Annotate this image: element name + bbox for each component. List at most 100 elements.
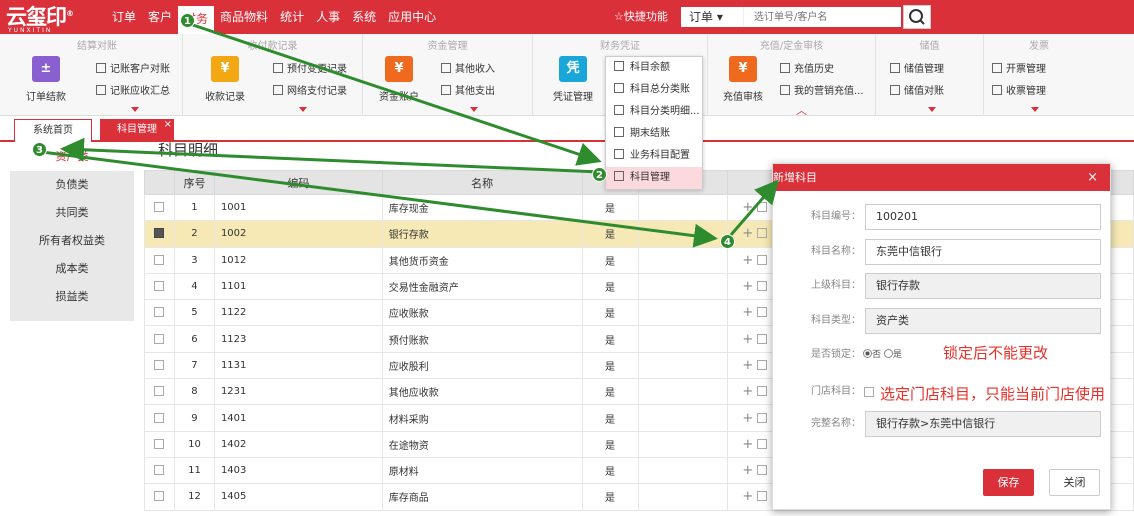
online-payment-item[interactable]: 网络支付记录 bbox=[273, 84, 347, 100]
nav-hr[interactable]: 人事 bbox=[310, 0, 346, 34]
row-checkbox[interactable] bbox=[154, 359, 165, 370]
edit-icon[interactable] bbox=[757, 412, 768, 423]
subject-name-input[interactable]: 东莞中信银行 bbox=[865, 239, 1101, 265]
cancel-button[interactable]: 关闭 bbox=[1049, 469, 1100, 496]
edit-icon[interactable] bbox=[757, 281, 768, 292]
recharge-audit-button[interactable]: ¥ 充值审核 bbox=[717, 56, 769, 103]
nav-order[interactable]: 订单 bbox=[106, 0, 142, 34]
nav-customer[interactable]: 客户 bbox=[142, 0, 178, 34]
add-child-icon[interactable]: + bbox=[742, 279, 753, 294]
caret-down-icon[interactable] bbox=[1031, 107, 1039, 112]
order-payment-button[interactable]: ± 订单结款 bbox=[20, 56, 72, 103]
recharge-history-item[interactable]: 充值历史 bbox=[780, 62, 834, 78]
step-badge-3: 3 bbox=[32, 142, 47, 157]
quick-functions[interactable]: ☆快捷功能 bbox=[614, 0, 668, 34]
stored-value-management-item[interactable]: 储值管理 bbox=[890, 62, 944, 78]
edit-icon[interactable] bbox=[757, 491, 768, 502]
search-input[interactable] bbox=[743, 7, 901, 27]
other-expense-item[interactable]: 其他支出 bbox=[441, 84, 495, 100]
customer-reconcile-item[interactable]: 记账客户对账 bbox=[96, 62, 170, 78]
add-child-icon[interactable]: + bbox=[742, 384, 753, 399]
add-child-icon[interactable]: + bbox=[742, 437, 753, 452]
row-checkbox[interactable] bbox=[154, 202, 165, 213]
add-child-icon[interactable]: + bbox=[742, 358, 753, 373]
edit-icon[interactable] bbox=[757, 333, 768, 344]
other-income-item[interactable]: 其他收入 bbox=[441, 62, 495, 78]
edit-icon[interactable] bbox=[757, 228, 768, 239]
menu-item-general-ledger[interactable]: 科目总分类账 bbox=[606, 79, 702, 101]
add-child-icon[interactable]: + bbox=[742, 332, 753, 347]
row-checkbox[interactable] bbox=[154, 228, 165, 239]
row-checkbox[interactable] bbox=[154, 307, 165, 318]
row-name: 应收账款 bbox=[381, 299, 583, 327]
fund-account-button[interactable]: ¥ 资金账户 bbox=[373, 56, 425, 103]
menu-item-subject-management[interactable]: 科目管理 bbox=[606, 167, 702, 189]
group-funds: 资金管理 ¥ 资金账户 其他收入 其他支出 bbox=[363, 34, 533, 116]
row-blank bbox=[637, 272, 729, 301]
caret-down-icon[interactable] bbox=[299, 107, 307, 112]
add-child-icon[interactable]: + bbox=[742, 200, 753, 215]
row-lock: 是 bbox=[581, 193, 639, 222]
add-child-icon[interactable]: + bbox=[742, 226, 753, 241]
menu-item-business-subject-config[interactable]: 业务科目配置 bbox=[606, 145, 702, 167]
receipt-records-button[interactable]: ¥ 收款记录 bbox=[199, 56, 251, 103]
lock-yes-radio[interactable] bbox=[883, 349, 893, 358]
lock-no-radio[interactable] bbox=[863, 349, 872, 358]
receivable-summary-item[interactable]: 记账应收汇总 bbox=[96, 84, 170, 100]
sidebar-item-common[interactable]: 共同类 bbox=[10, 199, 134, 227]
voucher-management-button[interactable]: 凭 凭证管理 bbox=[547, 56, 599, 103]
sidebar-item-assets[interactable]: 资产类 bbox=[10, 143, 134, 171]
edit-icon[interactable] bbox=[757, 386, 768, 397]
menu-item-subject-detail[interactable]: 科目分类明细... bbox=[606, 101, 702, 123]
sidebar-item-liabilities[interactable]: 负债类 bbox=[10, 171, 134, 199]
sidebar-item-cost[interactable]: 成本类 bbox=[10, 255, 134, 283]
ribbon-toolbar: 结算对账 ± 订单结款 记账客户对账 记账应收汇总 收付款记录 ¥ 收款记录 预… bbox=[0, 34, 1134, 117]
caret-down-icon[interactable] bbox=[928, 107, 936, 112]
row-lock: 是 bbox=[581, 351, 639, 380]
caret-down-icon[interactable] bbox=[131, 107, 139, 112]
row-checkbox[interactable] bbox=[154, 465, 165, 476]
row-checkbox[interactable] bbox=[154, 491, 165, 502]
store-subject-checkbox[interactable] bbox=[864, 387, 874, 397]
invoice-receive-item[interactable]: 收票管理 bbox=[992, 84, 1046, 100]
edit-icon[interactable] bbox=[757, 359, 768, 370]
sidebar-item-equity[interactable]: 所有者权益类 bbox=[10, 227, 134, 255]
row-checkbox[interactable] bbox=[154, 438, 165, 449]
tab-home[interactable]: 系统首页 bbox=[14, 119, 92, 142]
close-icon[interactable]: × bbox=[164, 114, 172, 136]
add-child-icon[interactable]: + bbox=[742, 489, 753, 504]
save-button[interactable]: 保存 bbox=[983, 469, 1034, 496]
menu-item-period-close[interactable]: 期末结账 bbox=[606, 123, 702, 145]
close-icon[interactable]: × bbox=[1087, 164, 1098, 191]
row-checkbox[interactable] bbox=[154, 281, 165, 292]
edit-icon[interactable] bbox=[757, 438, 768, 449]
prepay-change-item[interactable]: 预付变更记录 bbox=[273, 62, 347, 78]
marketing-recharge-item[interactable]: 我的营销充值... bbox=[780, 84, 864, 100]
menu-item-subject-balance[interactable]: 科目余额 bbox=[606, 57, 702, 79]
edit-icon[interactable] bbox=[757, 202, 768, 213]
app-logo[interactable]: 云玺印® YUNXITIN bbox=[6, 3, 90, 34]
nav-stats[interactable]: 统计 bbox=[274, 0, 310, 34]
add-child-icon[interactable]: + bbox=[742, 463, 753, 478]
row-checkbox[interactable] bbox=[154, 333, 165, 344]
edit-icon[interactable] bbox=[757, 465, 768, 476]
row-checkbox[interactable] bbox=[154, 254, 165, 265]
nav-system[interactable]: 系统 bbox=[346, 0, 382, 34]
add-child-icon[interactable]: + bbox=[742, 411, 753, 426]
stored-value-reconcile-item[interactable]: 储值对账 bbox=[890, 84, 944, 100]
search-button[interactable] bbox=[903, 5, 931, 29]
nav-app-center[interactable]: 应用中心 bbox=[382, 0, 442, 34]
search-type-select[interactable]: 订单 ▾ bbox=[681, 7, 743, 27]
edit-icon[interactable] bbox=[757, 254, 768, 265]
sidebar-item-profit-loss[interactable]: 损益类 bbox=[10, 283, 134, 311]
add-child-icon[interactable]: + bbox=[742, 305, 753, 320]
row-checkbox[interactable] bbox=[154, 386, 165, 397]
invoice-issue-item[interactable]: 开票管理 bbox=[992, 62, 1046, 78]
caret-down-icon[interactable] bbox=[470, 107, 478, 112]
edit-icon[interactable] bbox=[757, 307, 768, 318]
row-checkbox[interactable] bbox=[154, 412, 165, 423]
add-child-icon[interactable]: + bbox=[742, 253, 753, 268]
subject-code-input[interactable]: 100201 bbox=[865, 204, 1101, 230]
doc-icon bbox=[273, 85, 283, 95]
nav-products[interactable]: 商品物料 bbox=[214, 0, 274, 34]
